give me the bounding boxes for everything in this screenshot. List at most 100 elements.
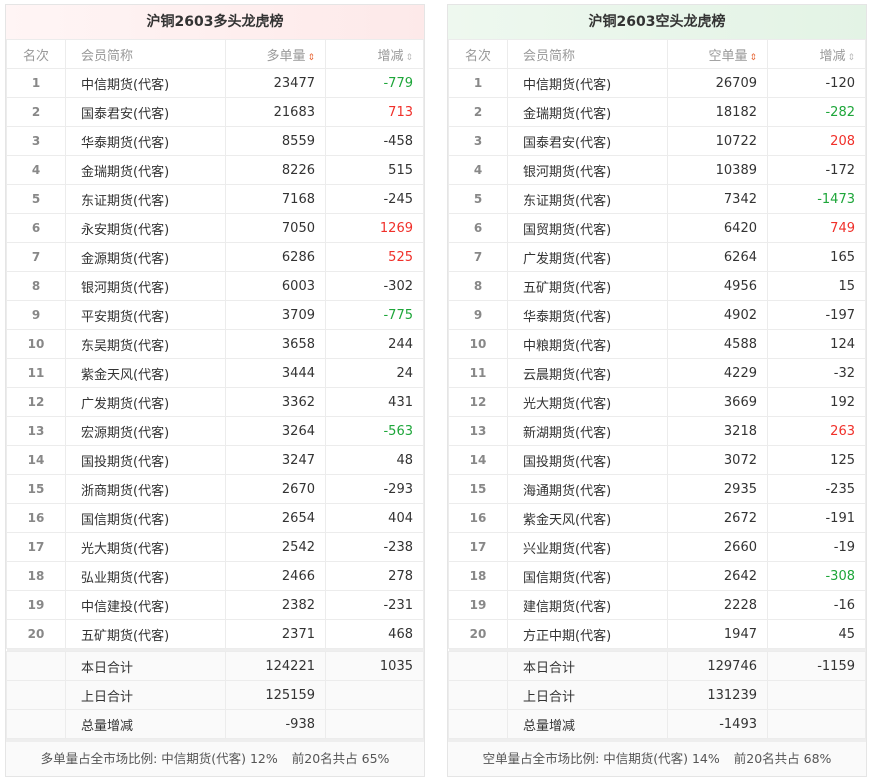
sort-caret-icon: ⇕ (405, 52, 413, 63)
volume: 1947 (667, 619, 768, 649)
member-name: 金源期货(代客) (65, 242, 226, 272)
total-label: 上日合计 (507, 680, 668, 710)
change: 431 (325, 387, 424, 417)
change: 124 (767, 329, 866, 359)
member-name: 中粮期货(代客) (507, 329, 668, 359)
member-name: 中信建投(代客) (65, 590, 226, 620)
member-name: 浙商期货(代客) (65, 474, 226, 504)
total-volume: 125159 (225, 680, 326, 710)
change: 208 (767, 126, 866, 156)
total-row: 本日合计 124221 1035 (6, 651, 424, 681)
sort-by-change[interactable]: 增减 ⇕ (325, 39, 424, 69)
member-name: 光大期货(代客) (507, 387, 668, 417)
total-volume: 124221 (225, 651, 326, 681)
change: -120 (767, 68, 866, 98)
table-row: 8 五矿期货(代客) 4956 15 (448, 271, 866, 301)
header-rank: 名次 (448, 39, 508, 69)
member-name: 永安期货(代客) (65, 213, 226, 243)
table-row: 17 光大期货(代客) 2542 -238 (6, 532, 424, 562)
volume: 6003 (225, 271, 326, 301)
total-row: 上日合计 125159 (6, 680, 424, 710)
rank: 1 (448, 68, 508, 98)
table-row: 16 紫金天风(代客) 2672 -191 (448, 503, 866, 533)
rank: 16 (448, 503, 508, 533)
member-name: 平安期货(代客) (65, 300, 226, 330)
table-row: 13 宏源期货(代客) 3264 -563 (6, 416, 424, 446)
volume: 2672 (667, 503, 768, 533)
rank: 4 (6, 155, 66, 185)
table-row: 20 方正中期(代客) 1947 45 (448, 619, 866, 649)
change: 125 (767, 445, 866, 475)
total-label: 总量增减 (65, 709, 226, 739)
member-name: 华泰期货(代客) (65, 126, 226, 156)
panel-title: 沪铜2603多头龙虎榜 (6, 5, 424, 39)
table-row: 15 浙商期货(代客) 2670 -293 (6, 474, 424, 504)
rank: 4 (448, 155, 508, 185)
table-row: 7 金源期货(代客) 6286 525 (6, 242, 424, 272)
change: -231 (325, 590, 424, 620)
member-name: 云晨期货(代客) (507, 358, 668, 388)
rank: 16 (6, 503, 66, 533)
member-name: 国投期货(代客) (507, 445, 668, 475)
change: 165 (767, 242, 866, 272)
member-name: 国泰君安(代客) (65, 97, 226, 127)
table-header: 名次 会员简称 空单量 ⇕ 增减 ⇕ (448, 39, 866, 69)
member-name: 银河期货(代客) (507, 155, 668, 185)
volume: 2654 (225, 503, 326, 533)
change: 263 (767, 416, 866, 446)
change: 278 (325, 561, 424, 591)
volume: 10389 (667, 155, 768, 185)
table-row: 9 华泰期货(代客) 4902 -197 (448, 300, 866, 330)
total-label: 本日合计 (65, 651, 226, 681)
table-row: 9 平安期货(代客) 3709 -775 (6, 300, 424, 330)
rank: 5 (448, 184, 508, 214)
table-row: 5 东证期货(代客) 7342 -1473 (448, 184, 866, 214)
rank: 5 (6, 184, 66, 214)
change: -563 (325, 416, 424, 446)
total-label: 本日合计 (507, 651, 668, 681)
table-row: 18 国信期货(代客) 2642 -308 (448, 561, 866, 591)
member-name: 宏源期货(代客) (65, 416, 226, 446)
member-name: 东证期货(代客) (507, 184, 668, 214)
volume: 3218 (667, 416, 768, 446)
member-name: 紫金天风(代客) (65, 358, 226, 388)
change: 192 (767, 387, 866, 417)
rank: 19 (448, 590, 508, 620)
rank: 14 (448, 445, 508, 475)
table-row: 13 新湖期货(代客) 3218 263 (448, 416, 866, 446)
total-change (767, 709, 866, 739)
change: 15 (767, 271, 866, 301)
total-change (767, 680, 866, 710)
change: -1473 (767, 184, 866, 214)
change: 525 (325, 242, 424, 272)
rank: 20 (448, 619, 508, 649)
header-volume: 多单量 (266, 48, 306, 64)
member-name: 国泰君安(代客) (507, 126, 668, 156)
member-name: 国贸期货(代客) (507, 213, 668, 243)
change: -245 (325, 184, 424, 214)
rank: 10 (6, 329, 66, 359)
volume: 3264 (225, 416, 326, 446)
volume: 8226 (225, 155, 326, 185)
volume: 2660 (667, 532, 768, 562)
change: -32 (767, 358, 866, 388)
total-label: 上日合计 (65, 680, 226, 710)
volume: 2371 (225, 619, 326, 649)
table-row: 2 金瑞期货(代客) 18182 -282 (448, 97, 866, 127)
change: -235 (767, 474, 866, 504)
volume: 3362 (225, 387, 326, 417)
change: 468 (325, 619, 424, 649)
header-name: 会员简称 (65, 39, 226, 69)
table-row: 14 国投期货(代客) 3247 48 (6, 445, 424, 475)
sort-by-volume[interactable]: 空单量 ⇕ (667, 39, 768, 69)
volume: 6264 (667, 242, 768, 272)
change: -775 (325, 300, 424, 330)
rank: 15 (6, 474, 66, 504)
sort-by-volume[interactable]: 多单量 ⇕ (225, 39, 326, 69)
change: 24 (325, 358, 424, 388)
table-row: 1 中信期货(代客) 23477 -779 (6, 68, 424, 98)
header-volume: 空单量 (708, 48, 748, 64)
sort-by-change[interactable]: 增减 ⇕ (767, 39, 866, 69)
change: 1269 (325, 213, 424, 243)
market-ratio: 空单量占全市场比例: 中信期货(代客) 14% (482, 751, 720, 766)
